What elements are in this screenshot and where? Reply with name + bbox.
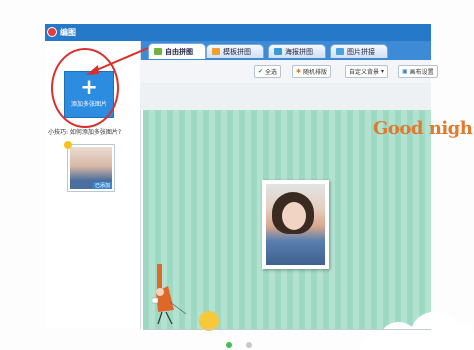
girl-illustration	[152, 264, 187, 325]
settings-icon: ▣	[402, 68, 408, 75]
tab-label: 海报拼图	[285, 47, 313, 56]
thumbnail-photo: 已添加	[70, 147, 112, 189]
custom-background-button[interactable]: 自定义背景 ▾	[345, 65, 389, 78]
tip-text[interactable]: 小技巧: 如何添加多张图片?	[48, 127, 121, 136]
portrait-face	[282, 202, 306, 230]
random-layout-icon: ✱	[296, 68, 302, 75]
select-all-label: 全选	[265, 69, 278, 76]
random-layout-label: 随机排版	[303, 69, 328, 76]
sun-decoration	[199, 311, 219, 331]
canvas-margin	[140, 83, 431, 110]
custom-background-label: 自定义背景	[349, 69, 380, 76]
canvas-bottom-border	[143, 329, 431, 330]
tab-label: 模板拼图	[223, 47, 251, 56]
tab-image-stitch[interactable]: 图片拼接	[330, 44, 388, 58]
template-collage-icon	[212, 48, 220, 55]
portrait-image	[266, 184, 325, 265]
canvas-settings-button[interactable]: ▣ 画布设置	[398, 65, 438, 78]
good-night-text: Good nigh	[373, 118, 473, 139]
tab-label: 图片拼接	[347, 47, 375, 56]
added-tag: 已添加	[92, 182, 112, 189]
canvas-settings-label: 画布设置	[409, 69, 434, 76]
free-collage-icon	[154, 48, 162, 55]
pagination-dot-inactive[interactable]	[246, 342, 252, 348]
cloud-decoration	[359, 311, 474, 350]
app-title: 编图	[60, 28, 76, 37]
tab-poster-collage[interactable]: 海报拼图	[268, 44, 326, 58]
image-stitch-icon	[336, 48, 344, 55]
title-bar	[45, 24, 431, 41]
checkmark-icon: ✔	[258, 68, 264, 75]
random-layout-button[interactable]: ✱ 随机排版	[292, 65, 332, 78]
poster-collage-icon	[274, 48, 282, 55]
image-thumbnail[interactable]: 已添加	[64, 141, 115, 192]
star-badge-icon	[64, 141, 72, 149]
tab-label: 自由拼图	[165, 47, 193, 56]
chevron-down-icon: ▾	[381, 68, 385, 75]
tab-template-collage[interactable]: 模板拼图	[206, 44, 264, 58]
pagination-dot-active[interactable]	[226, 342, 232, 348]
canvas-photo[interactable]	[262, 180, 329, 269]
app-logo-icon	[47, 27, 57, 37]
select-all-button[interactable]: ✔ 全选	[254, 65, 282, 78]
tab-free-collage[interactable]: 自由拼图	[148, 43, 206, 59]
